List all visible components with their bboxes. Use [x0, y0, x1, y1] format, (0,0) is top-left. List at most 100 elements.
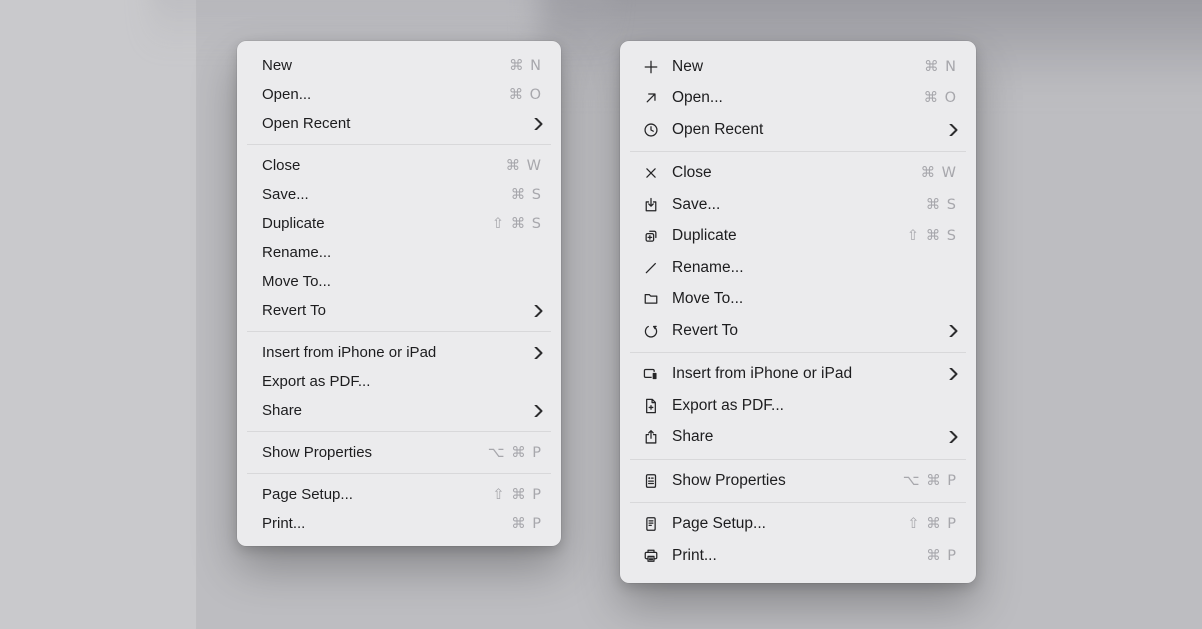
menu-item-label: Page Setup... — [672, 515, 766, 533]
menu-item-print[interactable]: Print... ⌘ P — [237, 509, 561, 538]
share-icon — [642, 428, 660, 446]
menu-item-label: Revert To — [672, 322, 738, 340]
submenu-chevron-icon — [946, 123, 959, 136]
pencil-icon — [642, 259, 660, 277]
menu-item-shortcut: ⌥ ⌘ P — [903, 473, 957, 489]
menu-item-shortcut: ⌘ O — [508, 87, 542, 103]
save-arrow-down-icon — [642, 196, 660, 214]
menu-item-shortcut: ⌘ S — [926, 197, 957, 213]
menu-item-label: Close — [672, 164, 712, 182]
menu-item-shortcut: ⌘ O — [923, 90, 957, 106]
folder-icon — [642, 290, 660, 308]
menu-item-insert-from-iphone-or-ipad[interactable]: Insert from iPhone or iPad — [237, 338, 561, 367]
menu-item-close[interactable]: Close ⌘ W — [620, 158, 976, 190]
menu-item-share[interactable]: Share — [620, 422, 976, 454]
menu-item-label: Insert from iPhone or iPad — [262, 344, 436, 361]
duplicate-plus-icon — [642, 227, 660, 245]
menu-item-label: Open Recent — [672, 121, 763, 139]
menu-item-rename[interactable]: Rename... — [620, 252, 976, 284]
menu-item-label: New — [262, 57, 292, 74]
menu-item-label: Close — [262, 157, 300, 174]
menu-divider — [247, 331, 551, 332]
menu-item-new[interactable]: New ⌘ N — [620, 51, 976, 83]
submenu-chevron-icon — [531, 304, 544, 317]
menu-item-save[interactable]: Save...⌘ S — [620, 189, 976, 221]
menu-item-label: Rename... — [262, 244, 331, 261]
submenu-chevron-icon — [531, 346, 544, 359]
menu-item-shortcut: ⌘ W — [506, 158, 542, 174]
menu-item-shortcut: ⇧ ⌘ S — [907, 228, 957, 244]
arrow-counterclockwise-icon — [642, 322, 660, 340]
submenu-chevron-icon — [946, 431, 959, 444]
menu-item-shortcut: ⌘ N — [509, 58, 542, 74]
menu-item-label: Insert from iPhone or iPad — [672, 365, 852, 383]
menu-item-label: Show Properties — [262, 444, 372, 461]
menu-item-page-setup[interactable]: Page Setup... ⇧ ⌘ P — [237, 480, 561, 509]
devices-icon — [642, 365, 660, 383]
menu-item-shortcut: ⌘ S — [511, 187, 542, 203]
menu-item-label: Print... — [262, 515, 305, 532]
menu-item-label: Revert To — [262, 302, 326, 319]
menu-divider — [247, 431, 551, 432]
menu-item-open-recent[interactable]: Open Recent — [620, 114, 976, 146]
plus-icon — [642, 58, 660, 76]
submenu-chevron-icon — [946, 368, 959, 381]
menu-item-page-setup[interactable]: Page Setup... ⇧ ⌘ P — [620, 509, 976, 541]
menu-item-label: Page Setup... — [262, 486, 353, 503]
menu-divider — [247, 144, 551, 145]
menu-item-move-to[interactable]: Move To... — [237, 267, 561, 296]
menu-item-save[interactable]: Save... ⌘ S — [237, 180, 561, 209]
menu-item-label: Rename... — [672, 259, 744, 277]
menu-item-new[interactable]: New ⌘ N — [237, 51, 561, 80]
menu-item-label: Save... — [262, 186, 309, 203]
menu-item-duplicate[interactable]: Duplicate ⇧ ⌘ S — [237, 209, 561, 238]
menu-item-label: Move To... — [672, 290, 743, 308]
menu-item-revert-to[interactable]: Revert To — [620, 315, 976, 347]
menu-item-shortcut: ⇧ ⌘ S — [492, 216, 542, 232]
menu-item-insert-from-iphone-or-ipad[interactable]: Insert from iPhone or iPad — [620, 359, 976, 391]
menu-item-shortcut: ⌘ W — [921, 165, 957, 181]
menu-item-rename[interactable]: Rename... — [237, 238, 561, 267]
menu-divider — [630, 459, 966, 460]
menu-item-revert-to[interactable]: Revert To — [237, 296, 561, 325]
menu-item-label: Duplicate — [262, 215, 325, 232]
menu-item-label: Show Properties — [672, 472, 786, 490]
menu-item-label: Share — [262, 402, 302, 419]
menu-item-shortcut: ⇧ ⌘ P — [907, 516, 957, 532]
menu-item-show-properties[interactable]: Show Properties ⌥ ⌘ P — [620, 465, 976, 497]
menu-item-label: Duplicate — [672, 227, 737, 245]
menu-item-label: New — [672, 58, 703, 76]
menu-item-label: Move To... — [262, 273, 331, 290]
menu-item-open[interactable]: Open... ⌘ O — [237, 80, 561, 109]
menu-item-label: Share — [672, 428, 713, 446]
submenu-chevron-icon — [531, 404, 544, 417]
menu-item-open-recent[interactable]: Open Recent — [237, 109, 561, 138]
menu-item-close[interactable]: Close ⌘ W — [237, 151, 561, 180]
menu-item-open[interactable]: Open...⌘ O — [620, 83, 976, 115]
menu-item-duplicate[interactable]: Duplicate ⇧ ⌘ S — [620, 221, 976, 253]
xmark-icon — [642, 164, 660, 182]
menu-item-export-as-pdf[interactable]: Export as PDF... — [620, 390, 976, 422]
menu-divider — [630, 352, 966, 353]
menu-item-shortcut: ⌘ P — [511, 516, 542, 532]
submenu-chevron-icon — [946, 324, 959, 337]
menu-divider — [630, 502, 966, 503]
file-menu-with-icons: New ⌘ N Open...⌘ O Open Recent Close ⌘ W Save.… — [620, 41, 976, 583]
menu-item-label: Print... — [672, 547, 717, 565]
menu-item-print[interactable]: Print... ⌘ P — [620, 540, 976, 572]
menu-item-export-as-pdf[interactable]: Export as PDF... — [237, 367, 561, 396]
arrow-up-right-icon — [642, 89, 660, 107]
menu-item-label: Open... — [262, 86, 311, 103]
menu-item-share[interactable]: Share — [237, 396, 561, 425]
menu-item-shortcut: ⌥ ⌘ P — [488, 445, 542, 461]
menu-item-label: Export as PDF... — [262, 373, 370, 390]
menu-item-shortcut: ⇧ ⌘ P — [492, 487, 542, 503]
menu-item-show-properties[interactable]: Show Properties ⌥ ⌘ P — [237, 438, 561, 467]
doc-plus-icon — [642, 397, 660, 415]
background-left-strip — [0, 0, 197, 629]
menu-divider — [630, 151, 966, 152]
clock-icon — [642, 121, 660, 139]
menu-item-move-to[interactable]: Move To... — [620, 284, 976, 316]
menu-item-shortcut: ⌘ P — [926, 548, 957, 564]
menu-item-shortcut: ⌘ N — [924, 59, 957, 75]
